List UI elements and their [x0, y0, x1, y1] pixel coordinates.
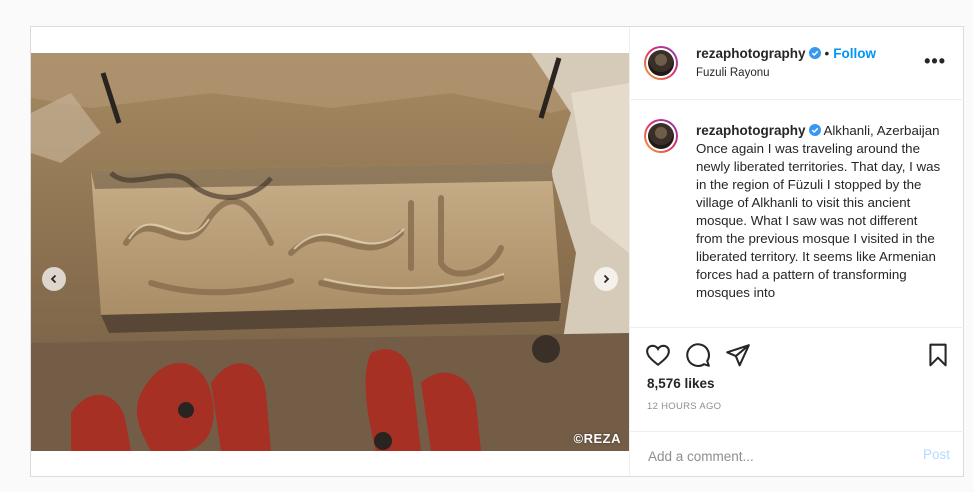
header-location-link[interactable]: Fuzuli Rayonu: [696, 67, 770, 79]
comment-icon[interactable]: [685, 342, 711, 368]
next-slide-button[interactable]: [594, 267, 618, 291]
likes-count[interactable]: 8,576 likes: [647, 376, 715, 391]
previous-slide-button[interactable]: [42, 267, 66, 291]
bookmark-icon[interactable]: [925, 342, 951, 368]
separator-dot: •: [824, 46, 830, 61]
author-avatar[interactable]: [644, 46, 678, 80]
post-header: rezaphotography • Follow Fuzuli Rayonu •••: [630, 27, 964, 100]
chevron-right-icon: [603, 274, 610, 284]
caption-area: rezaphotography Alkhanli, Azerbaijan Onc…: [630, 100, 964, 326]
post-timestamp[interactable]: 12 HOURS AGO: [647, 401, 721, 412]
more-options-icon[interactable]: •••: [924, 51, 946, 72]
header-user-line: rezaphotography • Follow: [696, 46, 876, 61]
photo-watermark: ©REZA: [573, 431, 621, 446]
verified-icon: [808, 124, 821, 136]
post-card: ©REZA rezaphotography • Follow Fuzuli Rayo…: [30, 26, 964, 477]
author-username[interactable]: rezaphotography: [696, 46, 806, 61]
caption-location: Alkhanli, Azerbaijan: [823, 123, 940, 138]
caption-username[interactable]: rezaphotography: [696, 123, 806, 138]
caption-body: Once again I was traveling around the ne…: [696, 141, 941, 300]
heart-icon[interactable]: [645, 342, 671, 368]
stone-inscription-photo: [31, 53, 629, 451]
comment-bar: Post: [630, 431, 964, 477]
post-comment-button[interactable]: Post: [923, 447, 950, 462]
chevron-left-icon: [50, 274, 57, 284]
follow-button[interactable]: Follow: [833, 46, 876, 61]
post-actions: 8,576 likes 12 HOURS AGO: [630, 327, 964, 442]
comment-input[interactable]: [646, 444, 900, 468]
post-sidebar: rezaphotography • Follow Fuzuli Rayonu •••…: [629, 27, 964, 476]
share-icon[interactable]: [725, 342, 751, 368]
verified-icon: [808, 47, 821, 59]
caption-text-block: rezaphotography Alkhanli, Azerbaijan Onc…: [696, 122, 946, 302]
caption-avatar[interactable]: [644, 119, 678, 153]
post-image[interactable]: ©REZA: [31, 53, 629, 451]
